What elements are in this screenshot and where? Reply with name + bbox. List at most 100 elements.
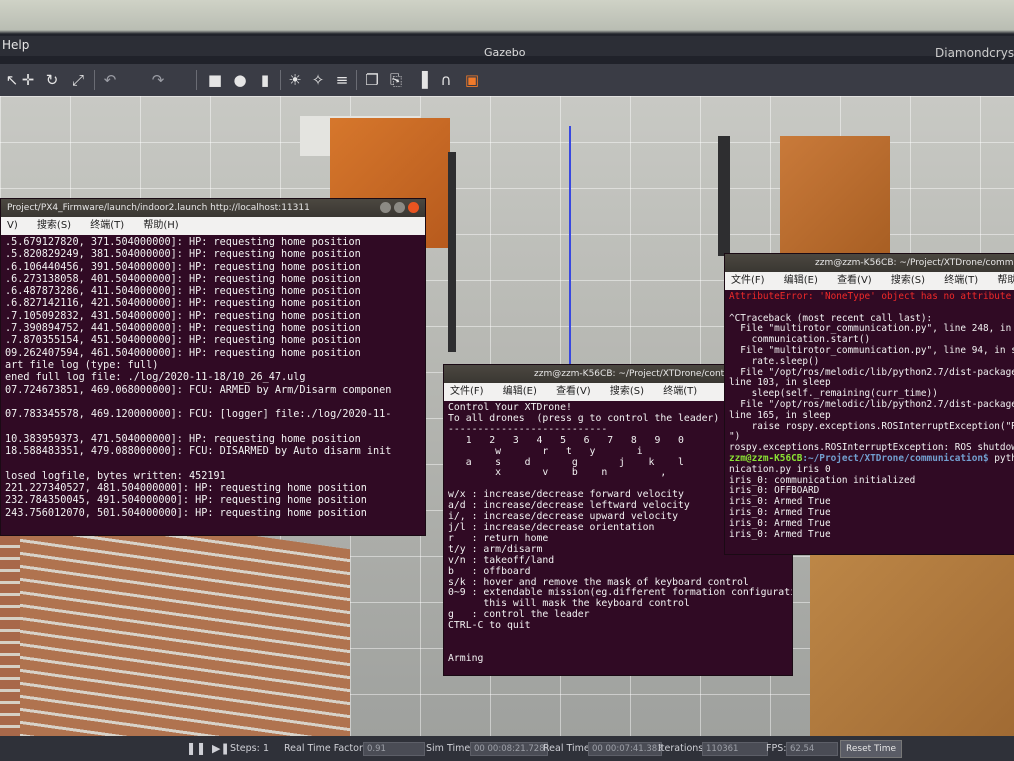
table-leg: [448, 152, 456, 352]
menu-search[interactable]: 搜索(S): [891, 275, 925, 286]
reset-time-button[interactable]: Reset Time: [840, 740, 903, 758]
close-icon[interactable]: [408, 202, 419, 213]
terminal-menubar: V) 搜索(S) 终端(T) 帮助(H): [1, 217, 425, 235]
undo-icon[interactable]: ↶: [100, 70, 120, 90]
paste-icon[interactable]: ⎘: [386, 70, 406, 90]
z-axis-line: [569, 126, 571, 368]
prompt-command: python multi: [994, 452, 1014, 464]
spot-light-icon[interactable]: ✧: [308, 70, 328, 90]
terminal-line: 07.724673851, 469.068000000]: FCU: ARMED…: [5, 384, 392, 396]
align-icon[interactable]: ▐: [412, 70, 432, 90]
toolbar-separator: [196, 70, 197, 90]
terminal-window-communication[interactable]: zzm@zzm-K56CB: ~/Project/XTDrone/communi…: [724, 253, 1014, 555]
terminal-line: Arming: [448, 652, 484, 664]
menu-view[interactable]: V): [7, 220, 18, 231]
terminal-line: 232.784350045, 491.504000000]: HP: reque…: [5, 495, 367, 507]
terminal-title: zzm@zzm-K56CB: ~/Project/XTDrone/communi…: [725, 254, 1014, 272]
fps-value: 62.54: [786, 742, 838, 756]
screenshot-icon[interactable]: ▣: [462, 70, 482, 90]
fps-label: FPS:: [766, 743, 787, 754]
terminal-line: 18.588483351, 479.088000000]: FCU: DISAR…: [5, 446, 392, 458]
terminal-line: .6.487873286, 411.504000000]: HP: reques…: [5, 286, 361, 298]
prompt-path: :~/Project/XTDrone/communication$: [802, 452, 989, 464]
redo-icon[interactable]: ↷: [148, 70, 168, 90]
menu-edit[interactable]: 编辑(E): [503, 386, 537, 397]
traceback-output: ^CTraceback (most recent call last): Fil…: [729, 312, 1014, 454]
terminal-line: CTRL-C to quit: [448, 620, 531, 632]
terminal-line: 221.227340527, 481.504000000]: HP: reque…: [5, 482, 367, 494]
gazebo-toolbar: ↖ ✛ ↻ ⤢ ↶ ↷ ■ ● ▮ ☀ ✧ ≡ ❐ ⎘ ▐ ∩ ▣: [0, 64, 1014, 97]
menu-file[interactable]: 文件(F): [450, 386, 484, 397]
real-time-label: Real Time:: [543, 743, 593, 754]
menu-help[interactable]: Help: [2, 38, 29, 52]
menu-help[interactable]: 帮助(H): [997, 275, 1014, 286]
rtf-label: Real Time Factor:: [284, 743, 366, 754]
pause-icon[interactable]: ❚❚: [186, 736, 206, 761]
gazebo-statusbar: ❚❚ ▶❚ Steps: 1 Real Time Factor: 0.91 Si…: [0, 736, 1014, 761]
window-buttons: [377, 202, 419, 217]
copy-icon[interactable]: ❐: [362, 70, 382, 90]
terminal-menubar: 文件(F) 编辑(E) 查看(V) 搜索(S) 终端(T) 帮助(H): [725, 272, 1014, 290]
table-leg: [718, 136, 730, 256]
iterations-label: Iterations:: [658, 743, 707, 754]
right-window-label: Diamondcrys: [935, 46, 1014, 60]
menu-edit[interactable]: 编辑(E): [784, 275, 818, 286]
box-icon[interactable]: ■: [205, 70, 225, 90]
snap-icon[interactable]: ∩: [436, 70, 456, 90]
menu-terminal[interactable]: 终端(T): [90, 220, 124, 231]
sphere-icon[interactable]: ●: [230, 70, 250, 90]
terminal-line: .6.106440456, 391.504000000]: HP: reques…: [5, 261, 361, 273]
scale-icon[interactable]: ⤢: [68, 70, 88, 90]
window-title: Gazebo: [484, 46, 526, 59]
gazebo-menubar: Help Gazebo Diamondcrys: [0, 36, 1014, 60]
terminal-line: 10.383959373, 471.504000000]: HP: reques…: [5, 433, 361, 445]
menu-file[interactable]: 文件(F): [731, 275, 765, 286]
point-light-icon[interactable]: ☀: [285, 70, 305, 90]
steps-value[interactable]: 1: [263, 736, 269, 761]
toolbar-separator: [356, 70, 357, 90]
maximize-icon[interactable]: [394, 202, 405, 213]
terminal-line: ened full log file: ./log/2020-11-18/10_…: [5, 372, 306, 384]
terminal-output: .5.679127820, 371.504000000]: HP: reques…: [1, 235, 425, 522]
rotate-icon[interactable]: ↻: [42, 70, 62, 90]
terminal-line: art file log (type: full): [5, 359, 159, 371]
translate-icon[interactable]: ✛: [18, 70, 38, 90]
real-time-value: 00 00:07:41.383: [588, 742, 663, 756]
menu-view[interactable]: 查看(V): [837, 275, 872, 286]
terminal-line: b : offboard: [448, 565, 531, 577]
menu-terminal[interactable]: 终端(T): [944, 275, 978, 286]
terminal-title: Project/PX4_Firmware/launch/indoor2.laun…: [1, 199, 425, 217]
directional-light-icon[interactable]: ≡: [332, 70, 352, 90]
menu-view[interactable]: 查看(V): [556, 386, 591, 397]
terminal-line: .6.827142116, 421.504000000]: HP: reques…: [5, 298, 361, 310]
terminal-window-roslaunch[interactable]: Project/PX4_Firmware/launch/indoor2.laun…: [0, 198, 426, 536]
terminal-title-text: Project/PX4_Firmware/launch/indoor2.laun…: [7, 203, 310, 213]
terminal-line: .6.273138058, 401.504000000]: HP: reques…: [5, 273, 361, 285]
sim-time-value: 00 00:08:21.728: [470, 742, 548, 756]
toolbar-separator: [94, 70, 95, 90]
menu-search[interactable]: 搜索(S): [610, 386, 644, 397]
step-icon[interactable]: ▶❚: [212, 736, 230, 761]
minimize-icon[interactable]: [380, 202, 391, 213]
cylinder-icon[interactable]: ▮: [255, 70, 275, 90]
iterations-value: 110361: [702, 742, 768, 756]
terminal-line: v/n : takeoff/land: [448, 554, 555, 566]
terminal-line: .5.679127820, 371.504000000]: HP: reques…: [5, 237, 361, 248]
terminal-line: 243.756012070, 501.504000000]: HP: reque…: [5, 507, 367, 519]
terminal-line: 07.783345578, 469.120000000]: FCU: [logg…: [5, 409, 392, 421]
terminal-title-text: zzm@zzm-K56CB: ~/Project/XTDrone/communi…: [815, 258, 1014, 268]
rtf-value: 0.91: [363, 742, 425, 756]
terminal-line: .7.105092832, 431.504000000]: HP: reques…: [5, 310, 361, 322]
menu-search[interactable]: 搜索(S): [37, 220, 71, 231]
menu-terminal[interactable]: 终端(T): [663, 386, 697, 397]
terminal-output: AttributeError: 'NoneType' object has no…: [725, 290, 1014, 542]
terminal-title-text: zzm@zzm-K56CB: ~/Project/XTDrone/contr: [534, 369, 728, 379]
terminal-line: losed logfile, bytes written: 452191: [5, 470, 226, 482]
prompt-user: zzm@zzm-K56CB: [729, 452, 803, 464]
menu-help[interactable]: 帮助(H): [143, 220, 178, 231]
terminal-line: .7.390894752, 441.504000000]: HP: reques…: [5, 323, 361, 335]
